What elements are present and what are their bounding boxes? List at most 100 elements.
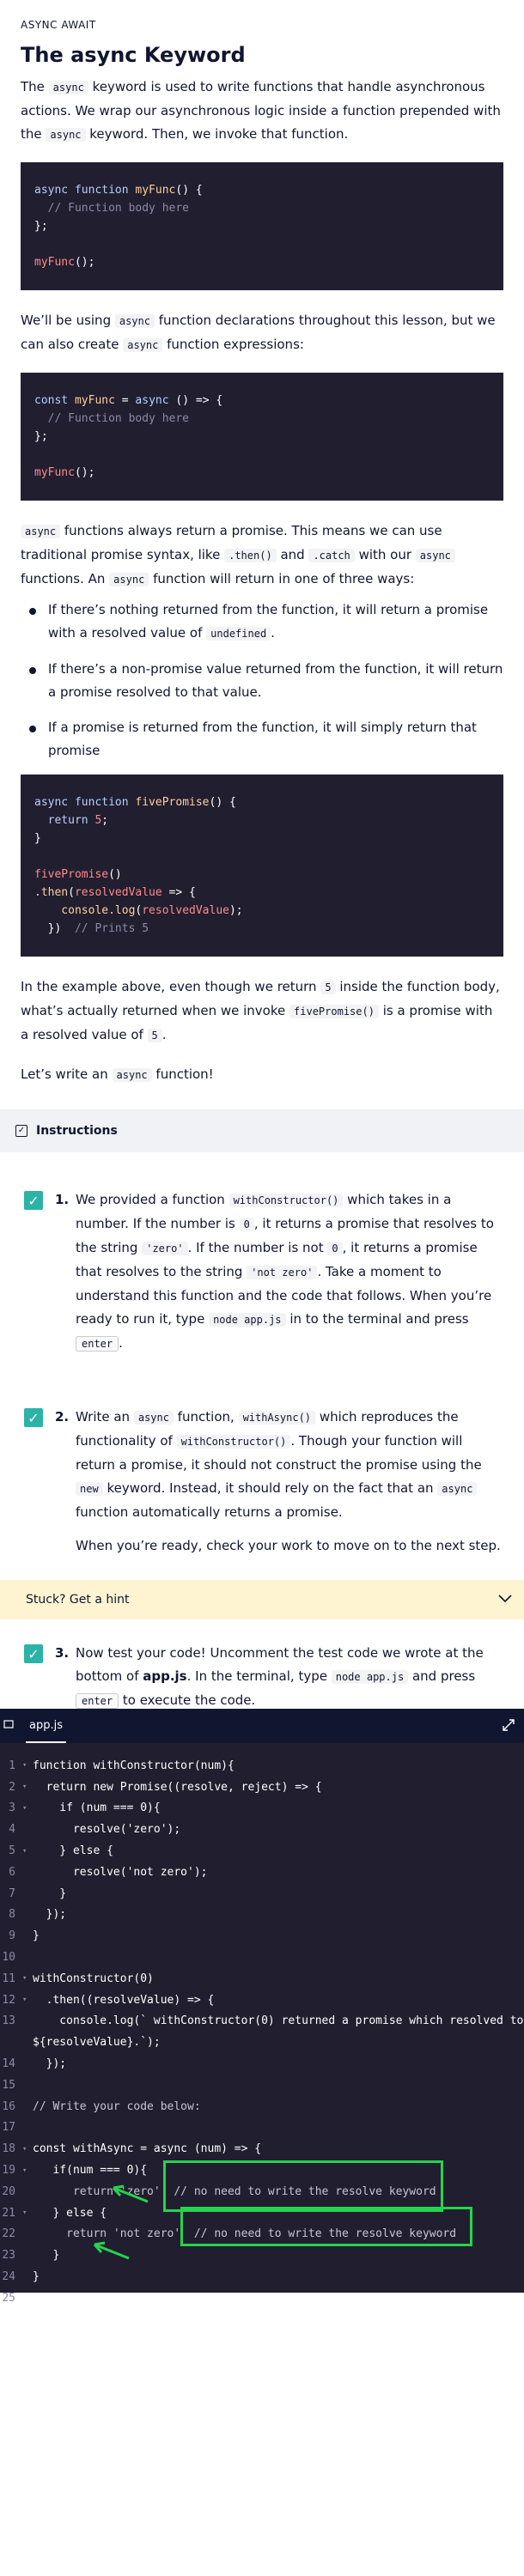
code-text: } bbox=[33, 2270, 40, 2284]
task-complete-checkbox[interactable]: ✓ bbox=[24, 1408, 43, 1427]
fold-chevron-icon[interactable]: ▾ bbox=[22, 2145, 33, 2154]
task-text: Now test your code! Uncomment the test c… bbox=[76, 1645, 484, 1709]
promise-paragraph: async functions always return a promise.… bbox=[21, 519, 503, 592]
code-line[interactable]: 6 resolve('not zero'); bbox=[0, 1862, 524, 1883]
checkbox-icon: ✓ bbox=[15, 1125, 27, 1137]
line-number: 14 bbox=[2, 2057, 15, 2071]
code-line[interactable]: 24} bbox=[0, 2266, 524, 2287]
code-line[interactable]: 1 ▾ function withConstructor(num){ bbox=[0, 1755, 524, 1777]
lesson-content: ASYNC AWAIT The async Keyword The async … bbox=[0, 0, 524, 1087]
task-2: ✓ 2. Write an async function, withAsync(… bbox=[0, 1406, 524, 1558]
task-number: 2. bbox=[55, 1409, 70, 1425]
hint-label: Stuck? Get a hint bbox=[26, 1593, 130, 1607]
code-text: } bbox=[33, 2249, 60, 2263]
return-ways-list: If there’s nothing returned from the fun… bbox=[21, 598, 503, 762]
code-line[interactable]: 14 }); bbox=[0, 2053, 524, 2075]
line-number: 10 bbox=[2, 1951, 15, 1965]
code-line[interactable]: 7 } bbox=[0, 1883, 524, 1905]
file-browser-icon[interactable] bbox=[3, 1719, 15, 1731]
code-line[interactable]: 4 resolve('zero'); bbox=[0, 1819, 524, 1840]
fold-chevron-icon[interactable]: ▾ bbox=[22, 1847, 33, 1856]
task-complete-checkbox[interactable]: ✓ bbox=[24, 1644, 43, 1663]
line-number: 3 bbox=[9, 1801, 15, 1815]
example-explanation: In the example above, even though we ret… bbox=[21, 979, 500, 1042]
checkmark-icon: ✓ bbox=[27, 1645, 40, 1662]
line-number: 1 bbox=[9, 1759, 15, 1772]
code-line[interactable]: 12 ▾ .then((resolveValue) => { bbox=[0, 1990, 524, 2011]
code-line[interactable]: 18 ▾ const withAsync = async (num) => { bbox=[0, 2138, 524, 2160]
fold-chevron-icon[interactable]: ▾ bbox=[22, 1996, 33, 2004]
line-number: 20 bbox=[2, 2184, 15, 2198]
code-text: } bbox=[33, 1886, 67, 1900]
chevron-down-icon bbox=[498, 1593, 512, 1607]
task-number: 1. bbox=[55, 1192, 70, 1207]
code-block-async-function: async function myFunc() { // Function bo… bbox=[21, 162, 503, 290]
code-line[interactable]: 10 bbox=[0, 1947, 524, 1968]
line-number: 19 bbox=[2, 2164, 15, 2178]
code-block-async-expression: const myFunc = async () => { // Function… bbox=[21, 373, 503, 501]
code-text: return new Promise((resolve, reject) => … bbox=[33, 1780, 322, 1794]
task-text: Write an async function, withAsync() whi… bbox=[76, 1406, 503, 1558]
line-number: 7 bbox=[9, 1886, 15, 1900]
code-line[interactable]: ${resolveValue}.`); bbox=[0, 2032, 524, 2053]
code-text: .then((resolveValue) => { bbox=[33, 1993, 215, 2007]
lesson-kicker: ASYNC AWAIT bbox=[21, 19, 96, 31]
fold-chevron-icon[interactable]: ▾ bbox=[22, 1804, 33, 1813]
page-title: The async Keyword bbox=[21, 43, 246, 67]
hint-toggle[interactable]: Stuck? Get a hint bbox=[0, 1580, 524, 1619]
annotation-box bbox=[180, 2207, 472, 2246]
code-line[interactable]: 23 } bbox=[0, 2245, 524, 2266]
line-number: 18 bbox=[2, 2142, 15, 2156]
code-line[interactable]: 15 bbox=[0, 2075, 524, 2096]
line-number: 9 bbox=[9, 1929, 15, 1943]
code-line[interactable]: 17 bbox=[0, 2117, 524, 2139]
code-line[interactable]: 11 ▾ withConstructor(0) bbox=[0, 1968, 524, 1990]
list-item: If there’s nothing returned from the fun… bbox=[21, 598, 503, 646]
code-line[interactable]: 5 ▾ } else { bbox=[0, 1840, 524, 1862]
fold-chevron-icon[interactable]: ▾ bbox=[22, 2208, 33, 2217]
code-line[interactable]: 9} bbox=[0, 1925, 524, 1947]
code-line[interactable]: 2 ▾ return new Promise((resolve, reject) … bbox=[0, 1777, 524, 1798]
line-number: 22 bbox=[2, 2227, 15, 2241]
annotation-arrow-icon bbox=[112, 2184, 149, 2203]
fold-chevron-icon[interactable]: ▾ bbox=[22, 2166, 33, 2175]
code-line[interactable]: 8 }); bbox=[0, 1905, 524, 1926]
code-text: const withAsync = async (num) => { bbox=[33, 2142, 262, 2156]
tab-app-js[interactable]: app.js bbox=[26, 1709, 66, 1743]
line-number: 17 bbox=[2, 2121, 15, 2135]
task-number: 3. bbox=[55, 1645, 70, 1661]
annotation-box bbox=[163, 2160, 443, 2212]
task-note: When you’re ready, check your work to mo… bbox=[76, 1538, 501, 1553]
expression-paragraph: We’ll be using async function declaratio… bbox=[21, 313, 496, 352]
code-line[interactable]: 16 // Write your code below: bbox=[0, 2096, 524, 2117]
checkmark-icon: ✓ bbox=[27, 1409, 40, 1426]
code-line[interactable]: 13 console.log(` withConstructor(0) retu… bbox=[0, 2011, 524, 2032]
line-number: 15 bbox=[2, 2078, 15, 2092]
task-text: We provided a function withConstructor()… bbox=[76, 1192, 494, 1352]
code-line[interactable]: 3 ▾ if (num === 0){ bbox=[0, 1798, 524, 1820]
fold-chevron-icon[interactable]: ▾ bbox=[22, 1783, 33, 1791]
code-text: // Write your code below: bbox=[33, 2099, 201, 2113]
code-line[interactable]: 25 bbox=[0, 2287, 524, 2309]
line-number: 2 bbox=[9, 1780, 15, 1794]
task-3: ✓ 3. Now test your code! Uncomment the t… bbox=[0, 1642, 524, 1713]
list-item: If a promise is returned from the functi… bbox=[21, 716, 503, 762]
fold-chevron-icon[interactable]: ▾ bbox=[22, 1761, 33, 1770]
enter-key: enter bbox=[76, 1336, 119, 1352]
task-1: ✓ 1. We provided a function withConstruc… bbox=[0, 1188, 524, 1356]
line-number: 23 bbox=[2, 2249, 15, 2263]
line-number: 24 bbox=[2, 2270, 15, 2284]
fold-chevron-icon[interactable]: ▾ bbox=[22, 1974, 33, 1983]
line-number: 16 bbox=[2, 2099, 15, 2113]
editor-tab-bar: app.js bbox=[0, 1709, 524, 1743]
expand-icon[interactable] bbox=[502, 1718, 515, 1735]
code-block-five-promise: async function fivePromise() { return 5;… bbox=[21, 775, 503, 957]
code-text: if (num === 0){ bbox=[33, 1801, 161, 1815]
instructions-header[interactable]: ✓ Instructions bbox=[0, 1109, 524, 1152]
code-text: resolve('not zero'); bbox=[33, 1865, 208, 1879]
code-text: withConstructor(0) bbox=[33, 1971, 154, 1985]
line-number: 13 bbox=[2, 2014, 15, 2028]
task-complete-checkbox[interactable]: ✓ bbox=[24, 1191, 43, 1210]
instructions-label: Instructions bbox=[36, 1124, 118, 1138]
code-text: function withConstructor(num){ bbox=[33, 1759, 235, 1772]
